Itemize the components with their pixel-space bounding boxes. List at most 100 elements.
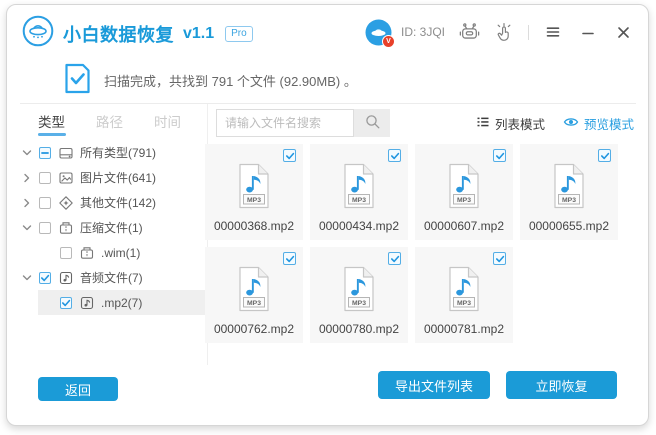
vip-badge: V xyxy=(382,35,395,48)
file-name: 00000368.mp2 xyxy=(205,219,303,233)
zip-icon xyxy=(79,245,95,261)
tree-item-label: .wim(1) xyxy=(101,246,140,260)
type-tree: 所有类型(791) 图片文件(641) 其他文件(142) 压缩文件(1) .wim(1… xyxy=(22,140,206,315)
file-cell[interactable]: MP3 00000781.mp2 xyxy=(415,247,513,343)
mp3-file-icon: MP3 xyxy=(445,163,483,214)
file-name: 00000434.mp2 xyxy=(310,219,408,233)
checkbox-checked[interactable] xyxy=(388,252,401,265)
checkbox-checked[interactable] xyxy=(39,272,51,284)
checkbox-checked[interactable] xyxy=(493,149,506,162)
file-cell[interactable]: MP3 00000368.mp2 xyxy=(205,144,303,240)
app-window: 小白数据恢复 v1.1 Pro V ID: 3JQI xyxy=(0,0,656,435)
file-name: 00000780.mp2 xyxy=(310,322,408,336)
audio-icon xyxy=(79,295,95,311)
tab-type[interactable]: 类型 xyxy=(38,111,65,131)
tree-item[interactable]: .wim(1) xyxy=(22,240,206,265)
titlebar-left: 小白数据恢复 v1.1 Pro xyxy=(22,15,253,52)
file-grid: MP3 00000368.mp2 MP3 00000434.mp2 MP3 0000060… xyxy=(205,144,618,343)
file-cell[interactable]: MP3 00000780.mp2 xyxy=(310,247,408,343)
titlebar-right: V ID: 3JQI xyxy=(365,18,634,46)
close-icon[interactable] xyxy=(612,21,634,43)
active-tab-underline xyxy=(38,133,66,136)
tree-item[interactable]: .mp2(7) xyxy=(38,290,228,315)
chevron-down-icon[interactable] xyxy=(22,223,34,233)
search-input[interactable] xyxy=(216,109,354,137)
menu-icon[interactable] xyxy=(542,21,564,43)
search-icon xyxy=(364,113,381,133)
tree-item-label: 其他文件(142) xyxy=(80,194,156,211)
export-file-list-button[interactable]: 导出文件列表 xyxy=(378,371,490,399)
file-name: 00000781.mp2 xyxy=(415,322,513,336)
search-button[interactable] xyxy=(354,109,390,137)
svg-text:MP3: MP3 xyxy=(352,300,366,307)
back-button[interactable]: 返回 xyxy=(38,377,118,401)
svg-text:MP3: MP3 xyxy=(457,300,471,307)
horizontal-divider xyxy=(20,103,636,104)
checkbox-checked[interactable] xyxy=(388,149,401,162)
audio-icon xyxy=(58,270,74,286)
chevron-right-icon[interactable] xyxy=(22,198,34,208)
file-name: 00000607.mp2 xyxy=(415,219,513,233)
recover-now-button[interactable]: 立即恢复 xyxy=(506,371,617,399)
app-title: 小白数据恢复 xyxy=(63,21,174,47)
svg-text:MP3: MP3 xyxy=(457,197,471,204)
tab-path[interactable]: 路径 xyxy=(96,111,123,131)
checkbox-unchecked[interactable] xyxy=(60,247,72,259)
chevron-down-icon[interactable] xyxy=(22,273,34,283)
app-version: v1.1 xyxy=(183,25,214,43)
checkbox-checked[interactable] xyxy=(283,252,296,265)
user-avatar[interactable]: V xyxy=(365,19,392,46)
titlebar-separator xyxy=(528,25,529,40)
pro-badge: Pro xyxy=(225,26,253,42)
zip-icon xyxy=(58,220,74,236)
mp3-file-icon: MP3 xyxy=(340,163,378,214)
svg-text:MP3: MP3 xyxy=(562,197,576,204)
mp3-file-icon: MP3 xyxy=(445,266,483,317)
list-mode-icon xyxy=(476,115,490,132)
list-mode-toggle[interactable]: 列表模式 xyxy=(476,114,545,133)
tree-item[interactable]: 图片文件(641) xyxy=(22,165,206,190)
drive-icon xyxy=(58,145,74,161)
checkbox-checked[interactable] xyxy=(598,149,611,162)
preview-mode-label: 预览模式 xyxy=(584,114,634,133)
view-mode-toggles: 列表模式 预览模式 xyxy=(476,109,634,137)
tree-item-label: 压缩文件(1) xyxy=(80,219,143,236)
list-mode-label: 列表模式 xyxy=(495,114,545,133)
file-name: 00000762.mp2 xyxy=(205,322,303,336)
mp3-file-icon: MP3 xyxy=(340,266,378,317)
preview-mode-toggle[interactable]: 预览模式 xyxy=(563,114,634,133)
tree-item-label: 图片文件(641) xyxy=(80,169,156,186)
tree-item[interactable]: 音频文件(7) xyxy=(22,265,206,290)
chevron-down-icon[interactable] xyxy=(22,148,34,158)
tree-item[interactable]: 压缩文件(1) xyxy=(22,215,206,240)
checkbox-checked[interactable] xyxy=(493,252,506,265)
user-id-label: ID: 3JQI xyxy=(401,25,445,39)
mp3-file-icon: MP3 xyxy=(235,163,273,214)
tab-time[interactable]: 时间 xyxy=(154,111,181,131)
checkbox-unchecked[interactable] xyxy=(39,197,51,209)
checkbox-indeterminate[interactable] xyxy=(39,147,51,159)
tree-item-label: 所有类型(791) xyxy=(80,144,156,161)
click-hand-icon[interactable] xyxy=(493,21,515,43)
svg-text:MP3: MP3 xyxy=(247,197,261,204)
image-icon xyxy=(58,170,74,186)
checkbox-unchecked[interactable] xyxy=(39,172,51,184)
file-cell[interactable]: MP3 00000434.mp2 xyxy=(310,144,408,240)
tree-item-label: 音频文件(7) xyxy=(80,269,143,286)
other-icon xyxy=(58,195,74,211)
svg-text:MP3: MP3 xyxy=(247,300,261,307)
tree-item[interactable]: 所有类型(791) xyxy=(22,140,206,165)
file-cell[interactable]: MP3 00000762.mp2 xyxy=(205,247,303,343)
scan-complete-doc-check-icon xyxy=(64,63,91,99)
file-cell[interactable]: MP3 00000607.mp2 xyxy=(415,144,513,240)
chevron-right-icon[interactable] xyxy=(22,173,34,183)
checkbox-unchecked[interactable] xyxy=(39,222,51,234)
tree-item-label: .mp2(7) xyxy=(101,296,142,310)
mp3-file-icon: MP3 xyxy=(235,266,273,317)
checkbox-checked[interactable] xyxy=(283,149,296,162)
customer-service-robot-icon[interactable] xyxy=(458,21,480,43)
checkbox-checked[interactable] xyxy=(60,297,72,309)
file-cell[interactable]: MP300000655.mp2 xyxy=(520,144,618,240)
minimize-icon[interactable] xyxy=(577,21,599,43)
tree-item[interactable]: 其他文件(142) xyxy=(22,190,206,215)
